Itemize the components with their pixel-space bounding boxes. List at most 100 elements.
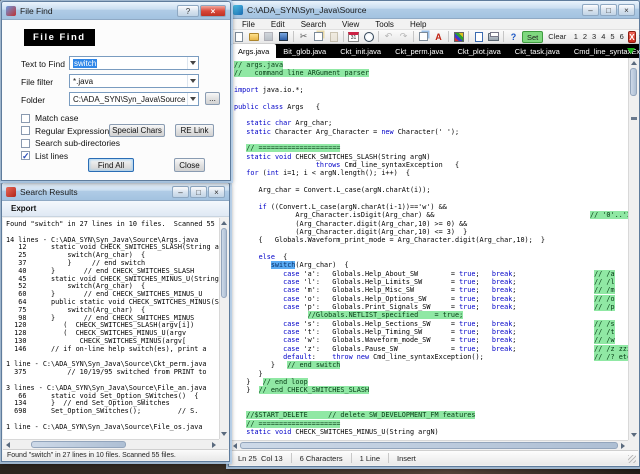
calendar-button[interactable]: 31 [347, 31, 360, 43]
code-line[interactable]: { Globals.Waveform_print_mode = Arg_Char… [234, 236, 628, 244]
editor-hscroll-thumb[interactable] [240, 442, 618, 449]
tab-ckt_task-java[interactable]: Ckt_task.java [508, 44, 567, 58]
code-line[interactable]: case 'z': Globals.Pause_SW = true; break… [234, 345, 628, 353]
cut-button[interactable]: ✂ [297, 31, 310, 43]
chevron-down-icon[interactable] [187, 75, 198, 87]
code-line[interactable]: static void CHECK_SWITCHES_MINUS_U(Strin… [234, 428, 628, 436]
code-line[interactable]: // ==================== [234, 420, 628, 428]
tab-bit_glob-java[interactable]: Bit_glob.java [276, 44, 333, 58]
scroll-left-icon[interactable] [233, 443, 237, 449]
code-line[interactable]: case 'a': Globals.Help_About_SW = true; … [234, 270, 628, 278]
tab-ckt_init-java[interactable]: Ckt_init.java [333, 44, 388, 58]
redo-button[interactable]: ↷ [397, 31, 410, 43]
menu-tools[interactable]: Tools [368, 20, 401, 29]
re-link-button[interactable]: RE Link [175, 124, 214, 137]
code-line[interactable]: switch(Arg_char) { [234, 261, 628, 269]
new-file-button[interactable] [232, 31, 245, 43]
results-horizontal-scrollbar[interactable] [3, 439, 219, 449]
result-line[interactable]: 698 Set_Option_SWitches(); // S. [6, 408, 219, 416]
code-line[interactable]: //$START_DELETE // delete SW_DEVELOPMENT… [234, 411, 628, 419]
scroll-up-icon[interactable] [631, 61, 637, 65]
resize-grip[interactable] [628, 455, 636, 463]
results-minimize-button[interactable]: – [172, 186, 189, 198]
checkbox-row-regular-expression[interactable]: Regular Expression [21, 125, 120, 138]
clock-button[interactable] [362, 31, 375, 43]
special-chars-button[interactable]: Special Chars [109, 124, 165, 137]
code-line[interactable]: case 'w': Globals.Waveform_mode_SW = tru… [234, 336, 628, 344]
menu-export[interactable]: Export [11, 204, 36, 213]
results-hscroll-thumb[interactable] [31, 441, 126, 448]
code-line[interactable]: case 't': Globals.Help_Timing_SW = true;… [234, 328, 628, 336]
results-maximize-button[interactable]: □ [190, 186, 207, 198]
scroll-right-icon[interactable] [621, 443, 625, 449]
code-line[interactable] [234, 395, 628, 403]
close-dialog-button[interactable]: Close [174, 158, 205, 172]
code-line[interactable]: case 'm': Globals.Help_Misc_SW = true; b… [234, 286, 628, 294]
code-line[interactable]: (Arg_Character.digit(Arg_char,10) <= 3) … [234, 228, 628, 236]
print-button[interactable] [487, 31, 500, 43]
code-line[interactable]: case 's': Globals.Help_Sections_SW = tru… [234, 320, 628, 328]
dialog-close-button[interactable]: × [200, 5, 226, 17]
browse-folder-button[interactable]: ... [205, 92, 220, 105]
font-color-button[interactable]: A [432, 31, 445, 43]
editor-vertical-scrollbar[interactable] [628, 58, 638, 440]
tab-ckt_plot-java[interactable]: Ckt_plot.java [450, 44, 507, 58]
results-scroll-down-icon[interactable] [221, 432, 227, 436]
tab-ckt_perm-java[interactable]: Ckt_perm.java [388, 44, 450, 58]
code-line[interactable]: Arg_char = Convert.L_case(argN.charAt(i)… [234, 186, 628, 194]
code-line[interactable]: case 'l': Globals.Help_Limits_SW = true;… [234, 278, 628, 286]
results-vscroll-thumb[interactable] [221, 228, 227, 298]
code-line[interactable] [234, 195, 628, 203]
code-line[interactable] [234, 94, 628, 102]
code-line[interactable] [234, 111, 628, 119]
file-filter-input[interactable]: *.java [69, 74, 199, 88]
code-editor-area[interactable]: // args.java// command line ARGument par… [230, 58, 628, 440]
chevron-down-icon[interactable] [187, 93, 198, 105]
code-line[interactable]: // ==================== [234, 144, 628, 152]
results-text-area[interactable]: Found "switch" in 27 lines in 10 files. … [3, 218, 219, 439]
save-all-button[interactable] [277, 31, 290, 43]
menu-file[interactable]: File [235, 20, 262, 29]
code-line[interactable]: // command line ARGument parser [234, 69, 628, 77]
result-line[interactable]: 375 // 10/19/95 switched from PRINT to [6, 369, 219, 377]
quick-mark-2-button[interactable]: 2 [580, 32, 589, 41]
code-line[interactable]: case 'p': Globals.Print_Signals_SW = tru… [234, 303, 628, 311]
code-line[interactable]: static void CHECK_SWITCHES_SLASH(String … [234, 153, 628, 161]
results-scroll-left-icon[interactable] [6, 442, 10, 448]
code-line[interactable]: case 'o': Globals.Help_Options_SW = true… [234, 295, 628, 303]
checkbox-row-match-case[interactable]: Match case [21, 112, 120, 125]
result-line[interactable]: 146 // if on-line help switch(es), print… [6, 346, 219, 354]
code-line[interactable]: } // end CHECK_SWITCHES_SLASH [234, 386, 628, 394]
quick-mark-6-button[interactable]: 6 [617, 32, 626, 41]
results-scroll-right-icon[interactable] [212, 442, 216, 448]
checkbox-icon[interactable] [21, 114, 30, 123]
undo-button[interactable]: ↶ [382, 31, 395, 43]
code-line[interactable]: } // end loop [234, 378, 628, 386]
dialog-help-button[interactable]: ? [177, 5, 199, 17]
checkbox-icon[interactable] [21, 139, 30, 148]
checkbox-icon[interactable] [21, 126, 30, 135]
code-line[interactable] [234, 78, 628, 86]
scroll-down-icon[interactable] [631, 433, 637, 437]
paste-button[interactable] [327, 31, 340, 43]
quick-mark-4-button[interactable]: 4 [599, 32, 608, 41]
minimize-button[interactable]: – [582, 4, 599, 16]
code-line[interactable]: Arg_Character.isDigit(Arg_char) && // '0… [234, 211, 628, 219]
insert-symbol-button[interactable] [417, 31, 430, 43]
code-line[interactable]: public class Args { [234, 103, 628, 111]
code-line[interactable]: } [234, 370, 628, 378]
menu-edit[interactable]: Edit [264, 20, 292, 29]
code-line[interactable]: throws Cmd_line_syntaxException { [234, 161, 628, 169]
folder-input[interactable]: C:\ADA_SYN\Syn_Java\Source [69, 92, 199, 106]
code-line[interactable]: if ((Convert.L_case(argN.charAt(i-1))=='… [234, 203, 628, 211]
template-button[interactable] [472, 31, 485, 43]
code-line[interactable]: // args.java [234, 61, 628, 69]
tab-scroll-down-icon[interactable] [627, 48, 635, 54]
code-line[interactable]: static char Arg_char; [234, 119, 628, 127]
chevron-down-icon[interactable] [187, 57, 198, 69]
palette-button[interactable] [452, 31, 465, 43]
code-line[interactable]: //Globals.NETLIST_specified = true; [234, 311, 628, 319]
maximize-button[interactable]: □ [600, 4, 617, 16]
help-button[interactable]: ? [507, 31, 520, 43]
text-to-find-input[interactable]: switch [69, 56, 199, 70]
